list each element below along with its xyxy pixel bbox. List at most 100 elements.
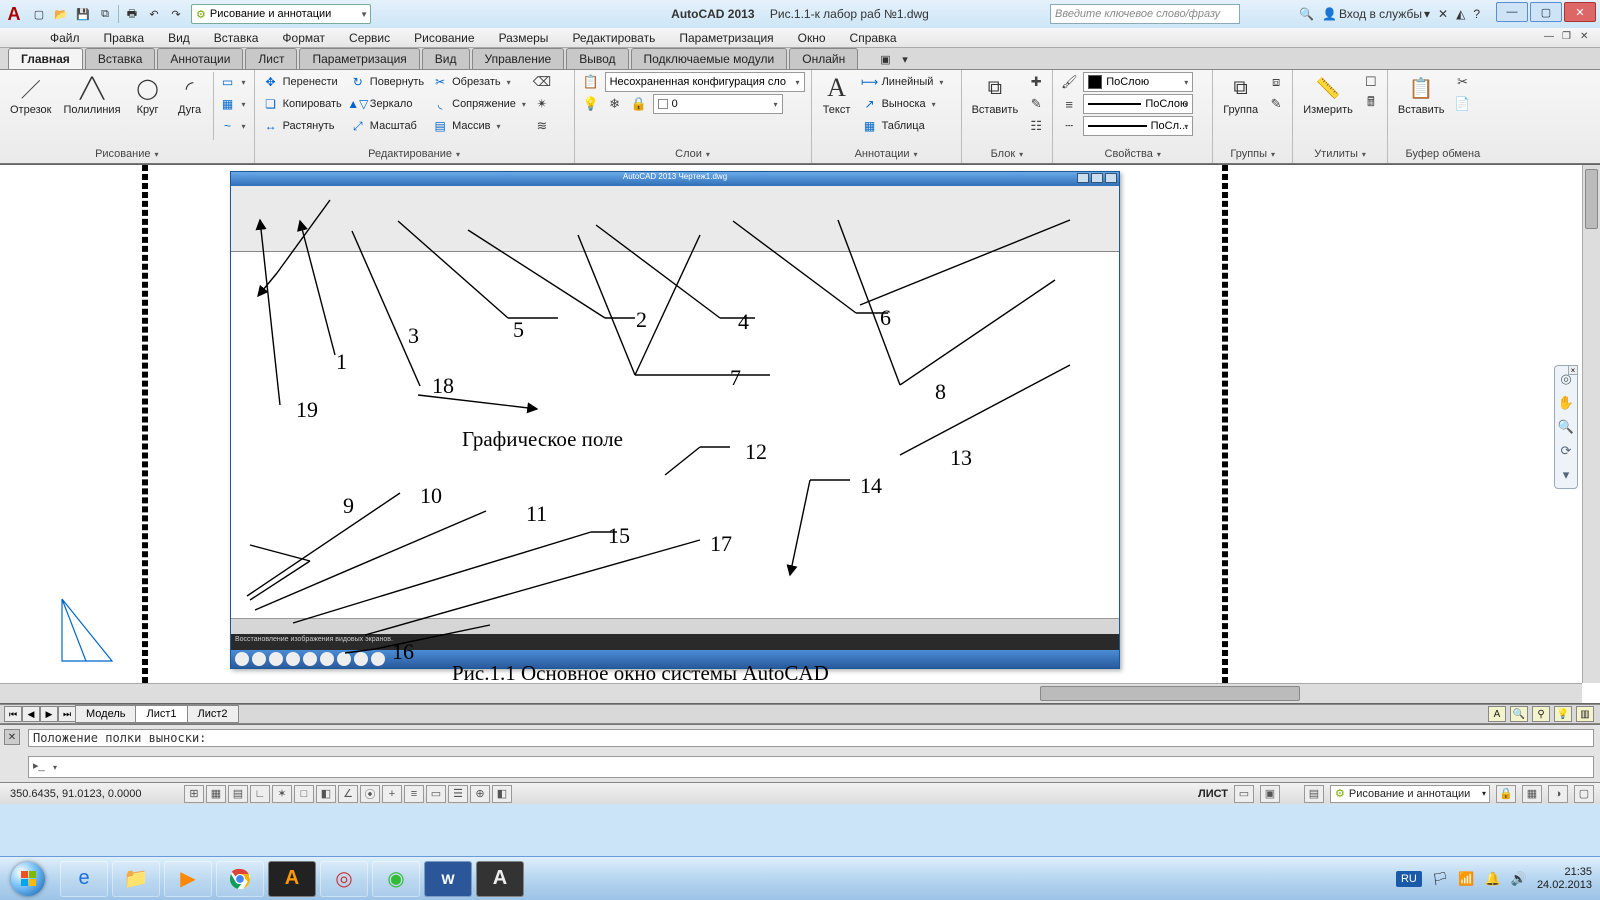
help-icon[interactable]: ?	[1473, 7, 1480, 21]
otrack-toggle[interactable]: ∠	[338, 785, 358, 803]
ducs-toggle[interactable]: ⦿	[360, 785, 380, 803]
rectangle-button[interactable]: ▭▾	[218, 72, 248, 92]
quick-calc-button[interactable]: 🖩	[1361, 94, 1381, 114]
chevron-down-icon[interactable]: ▾	[1157, 150, 1161, 159]
linetype-combo[interactable]: ПоСл...▾	[1083, 116, 1193, 136]
polyline-button[interactable]: ╱╲Полилиния	[59, 72, 124, 118]
trim-button[interactable]: ✂Обрезать▾	[430, 72, 528, 92]
workspace-switcher[interactable]: ⚙ Рисование и аннотации ▼	[191, 4, 371, 24]
navbar-close-icon[interactable]: ×	[1568, 365, 1578, 375]
taskbar-autocad2-icon[interactable]: A	[476, 861, 524, 897]
qat-open-icon[interactable]: 📂	[52, 5, 70, 23]
tab-home[interactable]: Главная	[8, 48, 83, 69]
snap-toggle[interactable]: ▦	[206, 785, 226, 803]
paper-space-label[interactable]: ЛИСТ	[1198, 788, 1228, 800]
vertical-scrollbar[interactable]	[1582, 165, 1600, 683]
chevron-down-icon[interactable]: ▾	[1362, 150, 1366, 159]
taskbar-autocad-icon[interactable]: A	[268, 861, 316, 897]
tray-lightbulb-icon[interactable]: 💡	[1554, 706, 1572, 722]
rotate-button[interactable]: ↻Повернуть	[348, 72, 426, 92]
layer-on-icon[interactable]: 💡	[581, 94, 601, 114]
tab-plugins[interactable]: Подключаемые модули	[631, 48, 788, 69]
sign-in-button[interactable]: 👤 Вход в службы ▾	[1322, 7, 1430, 21]
status-workspace-combo[interactable]: ⚙ Рисование и аннотации▾	[1330, 785, 1490, 803]
tab-extra-icon[interactable]: ▣	[880, 53, 896, 69]
menu-window[interactable]: Окно	[788, 29, 836, 47]
circle-button[interactable]: ◯Круг	[129, 72, 167, 118]
scrollbar-thumb[interactable]	[1585, 169, 1598, 229]
linetype-button[interactable]: ┄	[1059, 116, 1079, 136]
qat-plot-icon[interactable]: 🖶	[123, 5, 141, 23]
explode-button[interactable]: ✴	[532, 94, 552, 114]
select-all-button[interactable]: ☐	[1361, 72, 1381, 92]
layout-tab-sheet1[interactable]: Лист1	[135, 705, 187, 723]
layer-properties-button[interactable]: 📋	[581, 72, 601, 92]
menu-help[interactable]: Справка	[840, 29, 907, 47]
text-button[interactable]: AТекст	[818, 72, 856, 118]
tab-annotate[interactable]: Аннотации	[157, 48, 243, 69]
pan-icon[interactable]: ✋	[1557, 394, 1575, 412]
block-attr-button[interactable]: ☷	[1026, 116, 1046, 136]
infer-constraints-toggle[interactable]: ⊞	[184, 785, 204, 803]
offset-button[interactable]: ≋	[532, 116, 552, 136]
quick-view-layouts-icon[interactable]: ▤	[1304, 785, 1324, 803]
hatch-button[interactable]: ▦▾	[218, 94, 248, 114]
polar-toggle[interactable]: ✶	[272, 785, 292, 803]
isolate-objects-toggle[interactable]: ◑	[1548, 785, 1568, 803]
layer-freeze-icon[interactable]: ❄	[605, 94, 625, 114]
layout-tab-model[interactable]: Модель	[75, 705, 136, 723]
menu-file[interactable]: Файл	[40, 29, 90, 47]
edit-block-button[interactable]: ✎	[1026, 94, 1046, 114]
model-paper-toggle[interactable]: ▭	[1234, 785, 1254, 803]
table-button[interactable]: ▦Таблица	[860, 116, 946, 136]
command-input[interactable]: ▸_ ▾	[28, 756, 1594, 778]
horizontal-scrollbar[interactable]	[0, 683, 1582, 703]
chevron-down-icon[interactable]: ▾	[914, 150, 918, 159]
layer-lock-icon[interactable]: 🔒	[629, 94, 649, 114]
minimize-button[interactable]: —	[1496, 2, 1528, 22]
menu-modify[interactable]: Редактировать	[562, 29, 665, 47]
ungroup-button[interactable]: ⧈	[1266, 72, 1286, 92]
mirror-button[interactable]: ▲▽Зеркало	[348, 94, 426, 114]
tray-volume-icon[interactable]: 🔊	[1511, 871, 1527, 887]
language-indicator[interactable]: RU	[1396, 871, 1422, 887]
command-recent-dropdown[interactable]: ▾	[53, 763, 57, 772]
menu-parametric[interactable]: Параметризация	[669, 29, 783, 47]
tab-insert[interactable]: Вставка	[85, 48, 156, 69]
lock-ui-toggle[interactable]: 🔒	[1496, 785, 1516, 803]
hardware-accel-toggle[interactable]: ▦	[1522, 785, 1542, 803]
maximize-button[interactable]: ▢	[1530, 2, 1562, 22]
chevron-down-icon[interactable]: ▾	[1271, 150, 1275, 159]
chevron-down-icon[interactable]: ▾	[154, 150, 158, 159]
showmotion-icon[interactable]: ▾	[1557, 466, 1575, 484]
scale-button[interactable]: ⤢Масштаб	[348, 116, 426, 136]
spline-button[interactable]: ~▾	[218, 116, 248, 136]
annotation-scale-icon[interactable]: A	[1488, 706, 1506, 722]
line-button[interactable]: ／Отрезок	[6, 72, 55, 118]
ortho-toggle[interactable]: ∟	[250, 785, 270, 803]
menu-tools[interactable]: Сервис	[339, 29, 400, 47]
menu-draw[interactable]: Рисование	[404, 29, 484, 47]
orbit-icon[interactable]: ⟳	[1557, 442, 1575, 460]
erase-button[interactable]: ⌫	[532, 72, 552, 92]
taskbar-word-icon[interactable]: W	[424, 861, 472, 897]
command-close-icon[interactable]: ✕	[4, 729, 20, 745]
tray-action-icon[interactable]: 🔔	[1485, 871, 1501, 887]
3dosnap-toggle[interactable]: ◧	[316, 785, 336, 803]
lwt-toggle[interactable]: ≡	[404, 785, 424, 803]
chevron-down-icon[interactable]: ▾	[1019, 150, 1023, 159]
maximize-viewport-toggle[interactable]: ▣	[1260, 785, 1280, 803]
close-button[interactable]: ✕	[1564, 2, 1596, 22]
color-combo[interactable]: ПоСлою▾	[1083, 72, 1193, 92]
tab-view[interactable]: Вид	[422, 48, 470, 69]
app-menu-button[interactable]: A	[0, 0, 28, 28]
annotation-visibility-icon[interactable]: 🔍	[1510, 706, 1528, 722]
insert-block-button[interactable]: ⧉Вставить	[968, 72, 1023, 118]
doc-restore-icon[interactable]: ❐	[1562, 31, 1576, 45]
qat-new-icon[interactable]: ▢	[30, 5, 48, 23]
qat-save-icon[interactable]: 💾	[74, 5, 92, 23]
menu-view[interactable]: Вид	[158, 29, 200, 47]
tab-layout[interactable]: Лист	[245, 48, 297, 69]
tab-online[interactable]: Онлайн	[789, 48, 858, 69]
stretch-button[interactable]: ↔Растянуть	[261, 116, 344, 136]
